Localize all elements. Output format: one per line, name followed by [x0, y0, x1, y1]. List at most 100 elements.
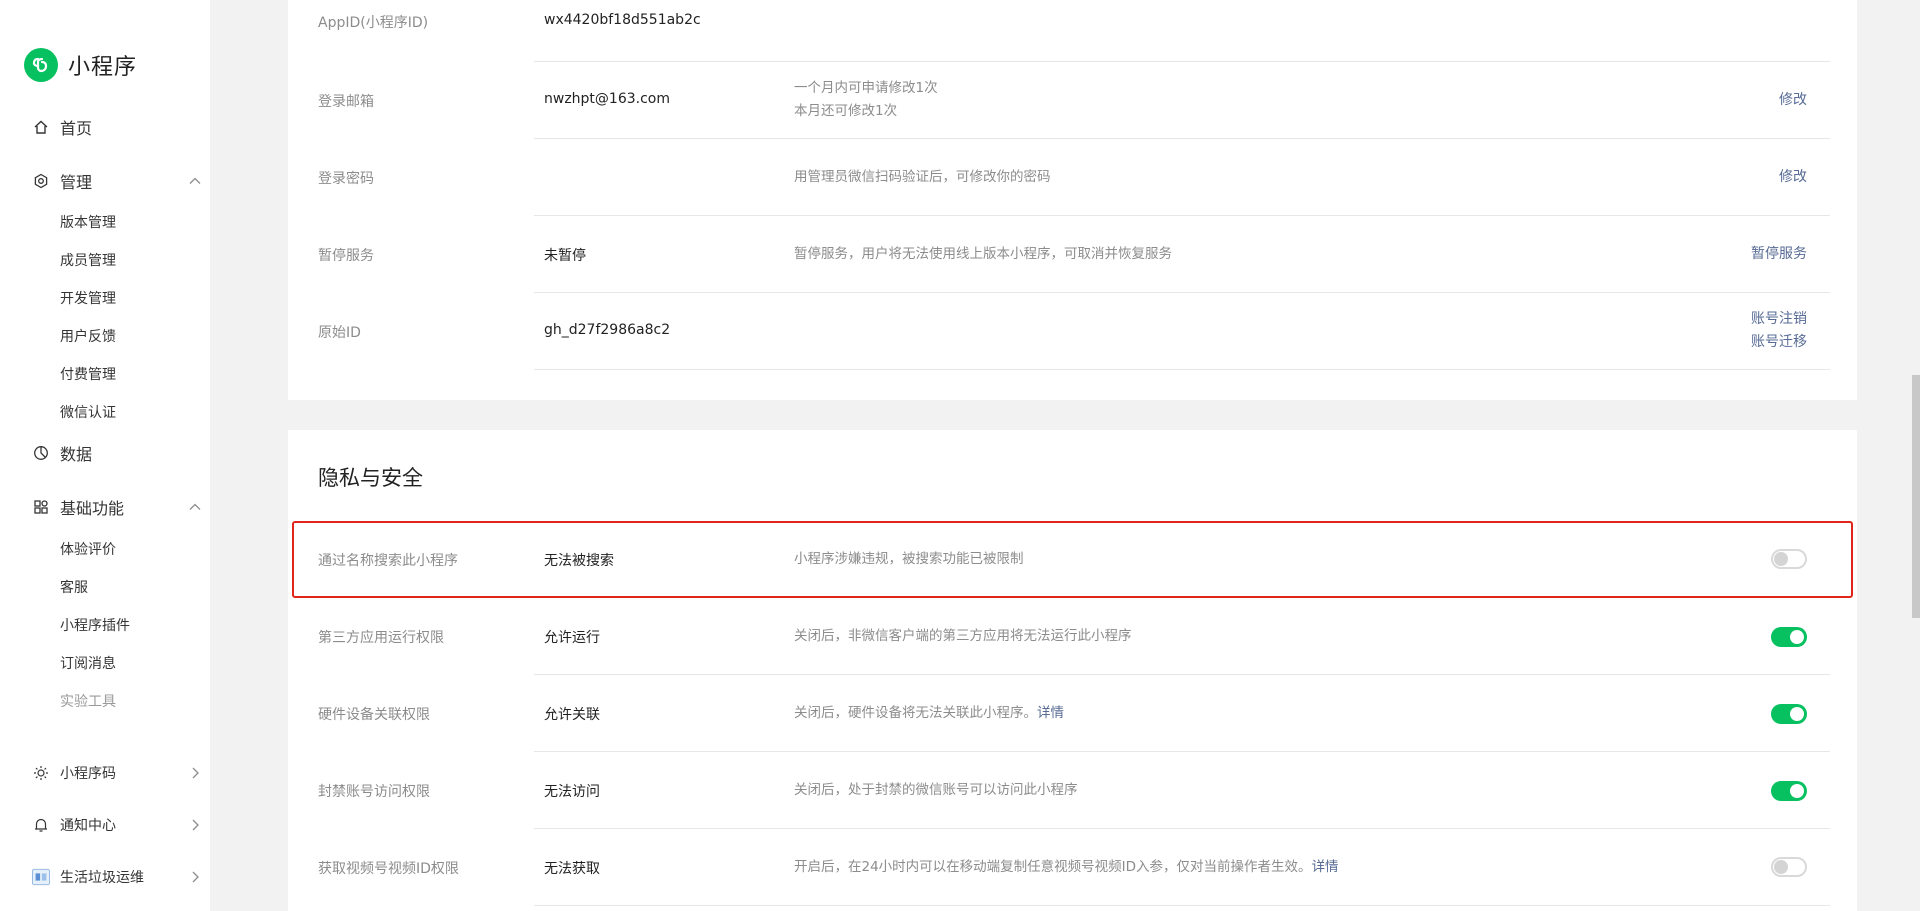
details-link[interactable]: 详情: [1037, 705, 1064, 721]
row-label: 暂停服务: [318, 248, 374, 264]
modify-email-link[interactable]: 修改: [1779, 89, 1807, 112]
sidebar-item-qrcode[interactable]: 小程序码: [32, 761, 202, 785]
info-row-email: 登录邮箱 nwzhpt@163.com 一个月内可申请修改1次 本月还可修改1次…: [288, 62, 1857, 139]
row-value: 允许运行: [544, 630, 600, 646]
sidebar-subitem-lab[interactable]: 实验工具: [60, 691, 116, 711]
settings-icon: [32, 172, 50, 190]
row-label: AppID(小程序ID): [318, 15, 429, 31]
sidebar-item-label: 管理: [60, 173, 93, 192]
sidebar-subitem-service[interactable]: 客服: [60, 577, 88, 597]
toggle-knob: [1790, 707, 1804, 721]
video-id-toggle[interactable]: [1771, 857, 1807, 877]
details-link[interactable]: 详情: [1312, 859, 1339, 875]
sidebar-subitem-dev[interactable]: 开发管理: [60, 288, 116, 308]
sidebar-subitem-feedback[interactable]: 用户反馈: [60, 326, 116, 346]
row-value: 允许关联: [544, 707, 600, 723]
sidebar-subitem-payment[interactable]: 付费管理: [60, 364, 116, 384]
sidebar-item-label: 首页: [60, 119, 93, 138]
row-label: 登录密码: [318, 171, 374, 187]
info-row-original-id: 原始ID gh_d27f2986a8c2 账号注销 账号迁移: [288, 293, 1857, 370]
sidebar-item-notifications[interactable]: 通知中心: [32, 813, 202, 837]
row-description: 暂停服务，用户将无法使用线上版本小程序，可取消并恢复服务: [794, 246, 1172, 262]
sidebar-subitem-members[interactable]: 成员管理: [60, 250, 116, 270]
row-description: 用管理员微信扫码验证后，可修改你的密码: [794, 169, 1051, 185]
row-value: 无法访问: [544, 784, 600, 800]
row-value: nwzhpt@163.com: [544, 91, 670, 107]
row-value: 无法获取: [544, 861, 600, 877]
sidebar-item-label: 数据: [60, 445, 93, 464]
row-label: 原始ID: [318, 325, 361, 341]
row-description: 一个月内可申请修改1次 本月还可修改1次: [794, 77, 938, 123]
modify-password-link[interactable]: 修改: [1779, 166, 1807, 189]
chevron-right-icon: [192, 819, 199, 831]
privacy-row-video-id: 获取视频号视频ID权限 无法获取 开启后，在24小时内可以在移动端复制任意视频号…: [288, 829, 1857, 906]
info-row-suspend: 暂停服务 未暂停 暂停服务，用户将无法使用线上版本小程序，可取消并恢复服务 暂停…: [288, 216, 1857, 293]
sidebar-item-garbage-ops[interactable]: 生活垃圾运维: [32, 865, 202, 889]
chevron-up-icon: [189, 177, 201, 184]
row-value: wx4420bf18d551ab2c: [544, 12, 701, 28]
sidebar-item-label: 通知中心: [60, 818, 116, 834]
banned-toggle[interactable]: [1771, 781, 1807, 801]
info-row-appid: AppID(小程序ID) wx4420bf18d551ab2c: [288, 0, 1857, 62]
sidebar-item-manage[interactable]: 管理: [32, 169, 202, 193]
section-title: 隐私与安全: [318, 466, 423, 490]
info-row-password: 登录密码 用管理员微信扫码验证后，可修改你的密码 修改: [288, 139, 1857, 216]
sidebar-subitem-version[interactable]: 版本管理: [60, 212, 116, 232]
row-label: 硬件设备关联权限: [318, 707, 430, 723]
divider: [534, 905, 1830, 906]
privacy-row-banned: 封禁账号访问权限 无法访问 关闭后，处于封禁的微信账号可以访问此小程序: [288, 752, 1857, 829]
sun-qrcode-icon: [32, 764, 50, 782]
miniprogram-logo-icon: [24, 48, 58, 82]
row-description: 关闭后，处于封禁的微信账号可以访问此小程序: [794, 782, 1078, 798]
third-party-toggle[interactable]: [1771, 627, 1807, 647]
privacy-row-hardware: 硬件设备关联权限 允许关联 关闭后，硬件设备将无法关联此小程序。详情: [288, 675, 1857, 752]
migrate-account-link[interactable]: 账号迁移: [1751, 331, 1807, 354]
desc-text: 开启后，在24小时内可以在移动端复制任意视频号视频ID入参，仅对当前操作者生效。: [794, 859, 1312, 875]
sidebar: 小程序 首页 管理 版本管理 成员管理 开发管理 用户反馈 付费管理 微信认证 …: [0, 0, 210, 911]
sidebar-item-basic[interactable]: 基础功能: [32, 495, 202, 519]
scrollbar[interactable]: [1912, 375, 1920, 618]
brand-title: 小程序: [68, 55, 138, 80]
brand[interactable]: 小程序: [24, 48, 137, 82]
desc-line: 本月还可修改1次: [794, 103, 898, 119]
highlight-box: [292, 521, 1853, 598]
app-thumbnail-icon: [32, 868, 50, 886]
row-label: 登录邮箱: [318, 94, 374, 110]
hardware-toggle[interactable]: [1771, 704, 1807, 724]
sidebar-subitem-certification[interactable]: 微信认证: [60, 402, 116, 422]
divider: [534, 369, 1830, 370]
pie-chart-icon: [32, 444, 50, 462]
row-label: 第三方应用运行权限: [318, 630, 444, 646]
toggle-knob: [1790, 630, 1804, 644]
desc-text: 关闭后，硬件设备将无法关联此小程序。: [794, 705, 1037, 721]
home-icon: [32, 118, 50, 136]
chevron-right-icon: [192, 767, 199, 779]
suspend-service-link[interactable]: 暂停服务: [1751, 243, 1807, 266]
cancel-account-link[interactable]: 账号注销: [1751, 308, 1807, 331]
sidebar-subitem-subscribe[interactable]: 订阅消息: [60, 653, 116, 673]
sidebar-subitem-plugin[interactable]: 小程序插件: [60, 615, 130, 635]
row-description: 开启后，在24小时内可以在移动端复制任意视频号视频ID入参，仅对当前操作者生效。…: [794, 856, 1339, 879]
sidebar-item-data[interactable]: 数据: [32, 441, 202, 465]
toggle-knob: [1790, 784, 1804, 798]
desc-line: 一个月内可申请修改1次: [794, 80, 938, 96]
row-actions: 账号注销 账号迁移: [1751, 308, 1807, 354]
row-label: 获取视频号视频ID权限: [318, 861, 459, 877]
sidebar-item-label: 基础功能: [60, 499, 125, 518]
sidebar-item-home[interactable]: 首页: [32, 115, 202, 139]
row-description: 关闭后，非微信客户端的第三方应用将无法运行此小程序: [794, 628, 1132, 644]
chevron-up-icon: [189, 503, 201, 510]
row-label: 封禁账号访问权限: [318, 784, 430, 800]
sidebar-item-label: 生活垃圾运维: [60, 870, 144, 886]
bell-icon: [32, 816, 50, 834]
privacy-row-third-party: 第三方应用运行权限 允许运行 关闭后，非微信客户端的第三方应用将无法运行此小程序: [288, 598, 1857, 675]
row-value: gh_d27f2986a8c2: [544, 322, 671, 338]
chevron-right-icon: [192, 871, 199, 883]
sidebar-subitem-review[interactable]: 体验评价: [60, 539, 116, 559]
sidebar-item-label: 小程序码: [60, 766, 116, 782]
row-description: 关闭后，硬件设备将无法关联此小程序。详情: [794, 702, 1064, 725]
grid-icon: [32, 498, 50, 516]
row-value: 未暂停: [544, 248, 586, 264]
account-info-card: AppID(小程序ID) wx4420bf18d551ab2c 登录邮箱 nwz…: [288, 0, 1857, 400]
toggle-knob: [1774, 860, 1788, 874]
